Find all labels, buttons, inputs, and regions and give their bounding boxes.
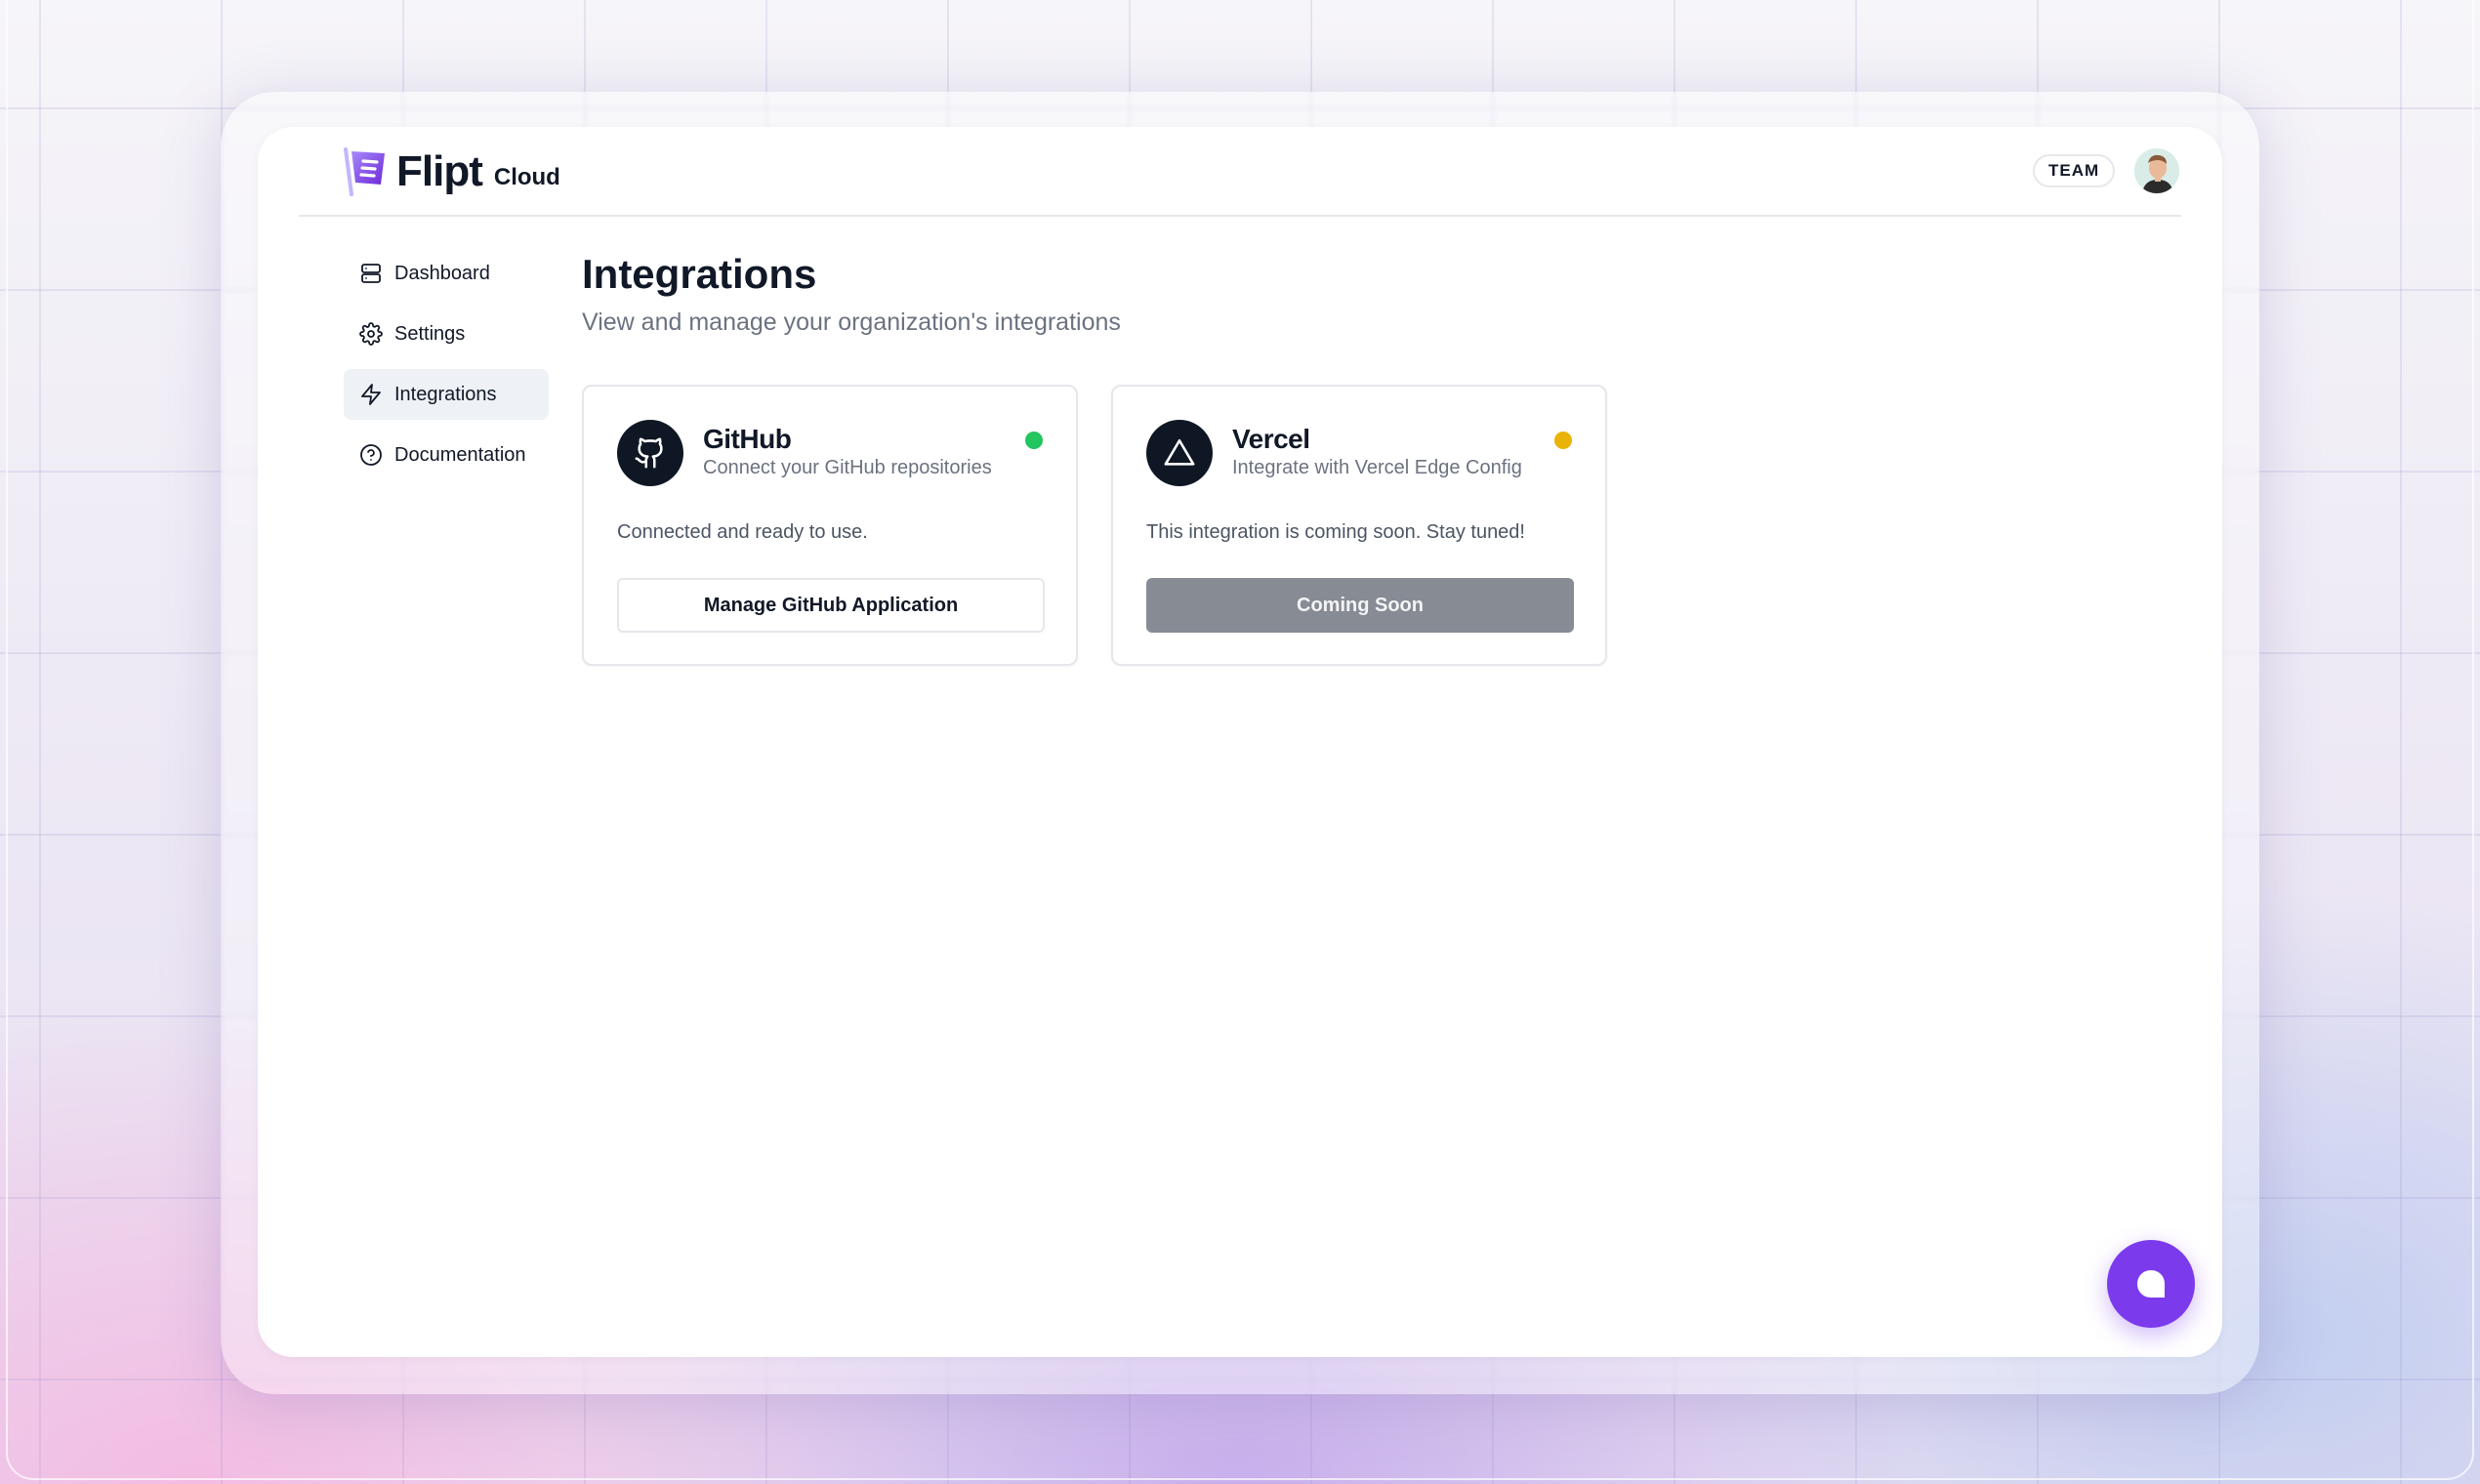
sidebar-item-label: Integrations (394, 383, 497, 405)
logo[interactable]: Flipt Cloud (342, 144, 560, 199)
brand-name: Flipt (396, 147, 483, 195)
sidebar-item-label: Dashboard (394, 262, 490, 284)
integration-description: Integrate with Vercel Edge Config (1232, 457, 1522, 478)
manage-github-button[interactable]: Manage GitHub Application (617, 578, 1045, 633)
integration-status-text: This integration is coming soon. Stay tu… (1146, 521, 1525, 543)
team-badge[interactable]: TEAM (2033, 154, 2116, 187)
brand-sub: Cloud (493, 164, 560, 190)
chat-bubble-icon (2137, 1270, 2165, 1298)
integration-card-github: GitHub Connect your GitHub repositories … (582, 385, 1078, 666)
sidebar: Dashboard Settings Integrations Document… (344, 248, 549, 490)
sidebar-item-dashboard[interactable]: Dashboard (344, 248, 549, 299)
integration-status-text: Connected and ready to use. (617, 521, 868, 543)
server-icon (359, 262, 383, 285)
chat-button[interactable] (2107, 1240, 2195, 1328)
coming-soon-button[interactable]: Coming Soon (1146, 578, 1574, 633)
integration-cards: GitHub Connect your GitHub repositories … (582, 385, 1640, 666)
sidebar-item-integrations[interactable]: Integrations (344, 369, 549, 420)
sidebar-item-settings[interactable]: Settings (344, 309, 549, 359)
gear-icon (359, 322, 383, 346)
integration-name: Vercel (1232, 424, 1310, 454)
sidebar-item-label: Settings (394, 322, 466, 345)
vercel-triangle-icon (1146, 420, 1213, 486)
page-subtitle: View and manage your organization's inte… (582, 309, 1121, 336)
integration-name: GitHub (703, 424, 792, 454)
user-avatar[interactable] (2134, 148, 2179, 193)
zap-icon (359, 383, 383, 406)
app-window: Flipt Cloud TEAM Dashboard Settings Inte… (258, 127, 2222, 1357)
help-circle-icon (359, 443, 383, 467)
status-indicator-connected (1025, 432, 1043, 449)
main-content: Integrations View and manage your organi… (582, 248, 1607, 666)
top-bar: Flipt Cloud TEAM (299, 127, 2181, 217)
flag-logo-icon (344, 147, 385, 196)
status-indicator-pending (1554, 432, 1572, 449)
github-icon (617, 420, 683, 486)
page-title: Integrations (582, 251, 817, 297)
integration-description: Connect your GitHub repositories (703, 457, 992, 478)
sidebar-item-documentation[interactable]: Documentation (344, 430, 549, 480)
avatar-icon (2134, 148, 2179, 193)
integration-card-vercel: Vercel Integrate with Vercel Edge Config… (1111, 385, 1607, 666)
sidebar-item-label: Documentation (394, 443, 526, 466)
